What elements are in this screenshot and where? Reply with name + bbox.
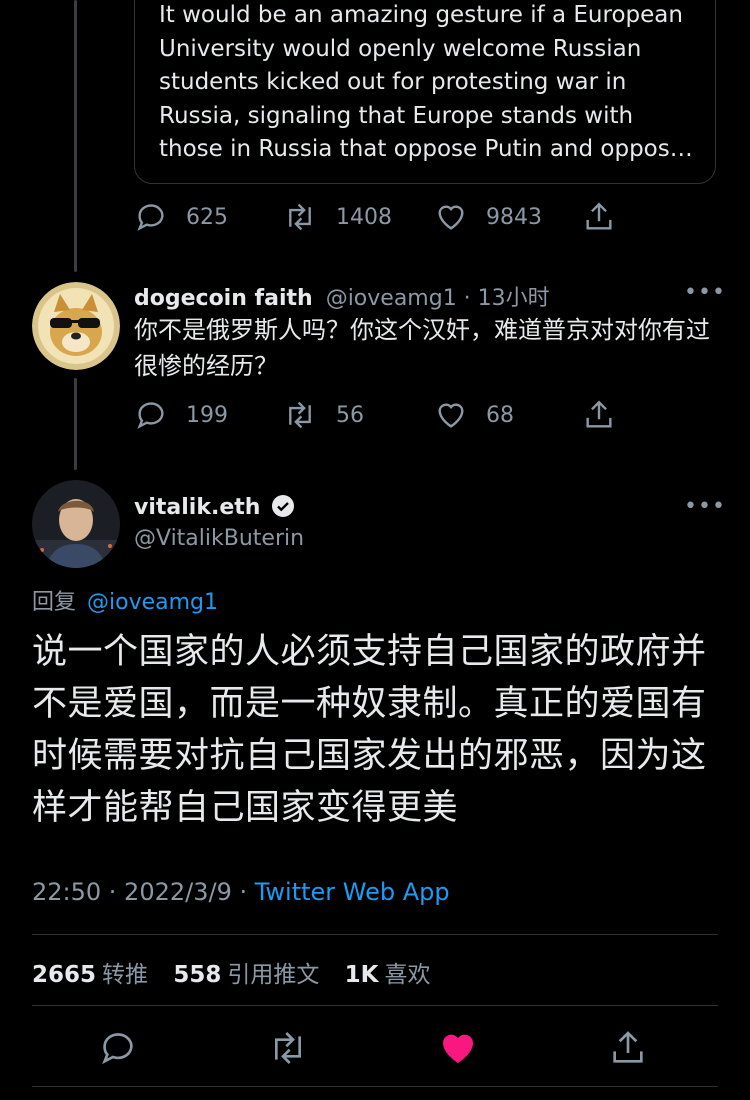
reply-icon <box>102 1033 133 1065</box>
verified-badge-icon <box>272 495 295 517</box>
share-button[interactable] <box>582 398 616 432</box>
heart-icon <box>438 205 464 230</box>
divider <box>32 1005 718 1006</box>
replying-to-handle[interactable]: @ioveamg1 <box>87 590 218 615</box>
reply-button[interactable] <box>98 1028 138 1072</box>
retweet-button[interactable]: 56 <box>282 398 364 432</box>
handle-and-time[interactable]: @ioveamg1 · 13小时 <box>326 286 550 311</box>
reply-icon <box>137 204 164 231</box>
thread-line <box>74 0 77 272</box>
source-app-link[interactable]: Twitter Web App <box>255 878 450 906</box>
heart-icon <box>438 403 464 428</box>
main-tweet-handle[interactable]: @VitalikButerin <box>134 526 304 551</box>
more-options-button[interactable]: ••• <box>684 494 726 519</box>
retweet-button[interactable]: 1408 <box>282 200 392 234</box>
divider <box>32 1086 718 1087</box>
thread-line <box>74 378 77 470</box>
quoted-tweet-text: It would be an amazing gesture if a Euro… <box>159 2 693 162</box>
display-name[interactable]: dogecoin faith <box>134 286 313 311</box>
more-options-button[interactable]: ••• <box>684 280 726 305</box>
main-tweet-name: vitalik.eth <box>134 494 295 520</box>
share-button[interactable] <box>582 200 616 234</box>
heart-filled-icon <box>443 1034 473 1063</box>
share-icon <box>613 1031 643 1063</box>
tweet-actions: 625 1408 9843 <box>134 200 634 236</box>
retweet-icon <box>289 203 311 231</box>
divider <box>32 934 718 935</box>
likes-stat[interactable]: 1K 喜欢 <box>345 962 431 988</box>
like-count: 68 <box>486 402 514 428</box>
quoted-tweet-card[interactable]: It would be an amazing gesture if a Euro… <box>134 0 716 184</box>
main-tweet-text: 说一个国家的人必须支持自己国家的政府并不是爱国，而是一种奴隶制。真正的爱国有时候… <box>32 632 707 828</box>
reply-count: 199 <box>186 402 228 428</box>
retweet-count: 56 <box>336 402 364 428</box>
reply-button[interactable]: 625 <box>134 200 228 234</box>
tweet-timestamp: 22:50 · 2022/3/9 · Twitter Web App <box>32 878 450 906</box>
tweet-actions: 199 56 68 <box>134 398 634 434</box>
retweet-button[interactable] <box>266 1028 310 1072</box>
retweet-count: 1408 <box>336 204 392 230</box>
share-icon <box>586 400 612 428</box>
time-and-date[interactable]: 22:50 · 2022/3/9 · <box>32 878 255 906</box>
replying-to: 回复 @ioveamg1 <box>32 584 218 616</box>
engagement-stats: 2665 转推 558 引用推文 1K 喜欢 <box>32 955 448 989</box>
like-button[interactable]: 68 <box>434 398 514 432</box>
display-name[interactable]: vitalik.eth <box>134 495 260 520</box>
like-count: 9843 <box>486 204 542 230</box>
share-icon <box>586 202 612 230</box>
like-button[interactable] <box>438 1028 478 1072</box>
reply-count: 625 <box>186 204 228 230</box>
reply-tweet-header: dogecoin faith @ioveamg1 · 13小时 <box>134 280 550 312</box>
retweet-icon <box>289 401 311 429</box>
reply-icon <box>137 402 164 429</box>
share-button[interactable] <box>608 1028 648 1072</box>
retweets-stat[interactable]: 2665 转推 <box>32 962 148 988</box>
avatar-dogecoin-faith[interactable] <box>32 282 120 370</box>
avatar-vitalik[interactable] <box>32 480 120 568</box>
reply-button[interactable]: 199 <box>134 398 228 432</box>
replying-to-label: 回复 <box>32 590 77 615</box>
like-button[interactable]: 9843 <box>434 200 542 234</box>
retweet-icon <box>275 1032 301 1064</box>
quotes-stat[interactable]: 558 引用推文 <box>173 962 319 988</box>
reply-tweet-text: 你不是俄罗斯人吗？你这个汉奸，难道普京对对你有过很惨的经历？ <box>134 316 710 380</box>
